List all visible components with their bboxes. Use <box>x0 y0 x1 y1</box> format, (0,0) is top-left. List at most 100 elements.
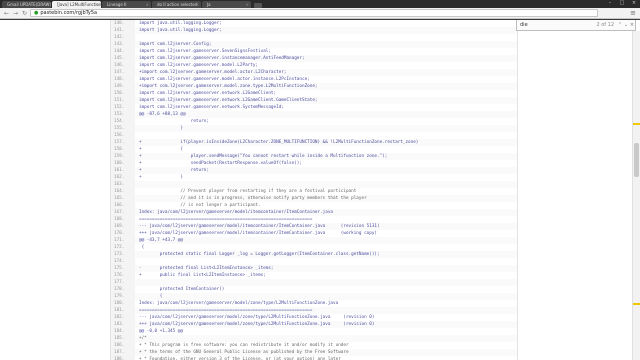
tab-close-icon[interactable]: × <box>196 1 199 8</box>
code-line: 155. } <box>111 125 517 132</box>
line-number: 179. <box>111 293 135 300</box>
line-number: 158. <box>111 146 135 153</box>
line-number: 152. <box>111 104 135 111</box>
line-text: + * the terms of the GNU General Public … <box>139 350 349 355</box>
lock-icon: ● <box>34 9 39 16</box>
code-line: 154. return; <box>111 118 517 125</box>
line-text: + if(player.isInsideZone(L2Character.ZON… <box>139 140 419 145</box>
code-line: 177. <box>111 279 517 286</box>
line-number: 171. <box>111 237 135 244</box>
line-text: // is not longer a participant. <box>139 203 261 208</box>
line-number: 162. <box>111 174 135 181</box>
line-text: + * This program is free software: you c… <box>139 343 349 348</box>
code-line: 169. --- java/com/l2jserver/gameserver/mo… <box>111 223 517 230</box>
code-line: 142. <box>111 34 517 41</box>
code-line: 147. +import com.l2jserver.gameserver.mod… <box>111 69 517 76</box>
line-number: 172. <box>111 244 135 251</box>
line-text: + } <box>139 175 183 180</box>
line-text: + * Foundation, either version 3 of the … <box>139 357 341 360</box>
tab-close-icon[interactable]: × <box>146 1 149 8</box>
code-line: 168. ====================================… <box>111 216 517 223</box>
forward-icon[interactable]: → <box>12 10 19 17</box>
line-number: 150. <box>111 90 135 97</box>
find-close-icon[interactable]: × <box>629 22 635 28</box>
code-line: 186. + * This program is free software: y… <box>111 342 517 349</box>
code-line: 157. + if(player.isInsideZone(L2Character… <box>111 139 517 146</box>
code-line: 188. + * Foundation, either version 3 of … <box>111 356 517 360</box>
code-line: 179. { <box>111 293 517 300</box>
code-line: 141. import java.util.logging.Logger; <box>111 27 517 34</box>
code-line: 165. // and it is in progress, otherwise… <box>111 195 517 202</box>
line-text: return; <box>139 119 209 124</box>
line-number: 145. <box>111 55 135 62</box>
browser-toolbar: ← → ↻ ● pastebin.com/rgjbTy5a ≡ <box>0 8 640 19</box>
address-bar[interactable]: ● pastebin.com/rgjbTy5a <box>30 9 598 17</box>
browser-tab[interactable]: Ja × <box>202 1 251 8</box>
window-controls: – □ × <box>604 0 640 7</box>
scrollbar[interactable] <box>632 31 640 360</box>
browser-tab[interactable]: [Java] L2MultiFunctionZ × <box>52 1 101 8</box>
tab-close-icon[interactable]: × <box>246 1 249 8</box>
code-line: 151. import com.l2jserver.gameserver.netw… <box>111 97 517 104</box>
tab-close-icon[interactable]: × <box>46 1 49 8</box>
reload-icon[interactable]: ↻ <box>21 10 28 17</box>
line-text: import java.util.logging.Logger; <box>139 21 222 26</box>
line-number: 167. <box>111 209 135 216</box>
tab-close-icon[interactable]: × <box>96 1 99 8</box>
line-number: 165. <box>111 195 135 202</box>
line-text: + return; <box>139 168 209 173</box>
browser-tab[interactable]: Lineage II × <box>102 1 151 8</box>
minimize-icon[interactable]: – <box>604 0 616 7</box>
find-count: 2 of 12 <box>596 22 614 28</box>
line-text: +++ java/com/l2jserver/gameserver/model/… <box>139 231 377 236</box>
line-number: 157. <box>111 139 135 146</box>
line-text: @@ -87,6 +88,13 @@ <box>139 112 186 117</box>
line-number: 161. <box>111 167 135 174</box>
line-text: import com.l2jserver.gameserver.network.… <box>139 105 284 110</box>
code-line: 158. + { <box>111 146 517 153</box>
code-line: 187. + * the terms of the GNU General Pub… <box>111 349 517 356</box>
browser-tab[interactable]: do II action selected × <box>152 1 201 8</box>
tab-label: Gmail UPDATE(DRAW) <box>7 2 51 7</box>
close-window-icon[interactable]: × <box>628 0 640 7</box>
code-line: 175. - protected final List<L2ItemInstanc… <box>111 265 517 272</box>
code-line: 176. + public final List<L2ItemInstance> … <box>111 272 517 279</box>
line-number: 176. <box>111 272 135 279</box>
line-text: } <box>139 126 183 131</box>
code-line: 183. +++ java/com/l2jserver/gameserver/mo… <box>111 321 517 328</box>
line-text: +/* <box>139 336 147 341</box>
line-number: 174. <box>111 258 135 265</box>
scrollbar-thumb[interactable] <box>634 143 639 177</box>
line-number: 182. <box>111 314 135 321</box>
line-text: protected ItemContainer() <box>139 287 225 292</box>
maximize-icon[interactable]: □ <box>616 0 628 7</box>
line-number: 168. <box>111 216 135 223</box>
find-input[interactable]: die <box>520 22 596 28</box>
tab-label: Lineage II <box>107 2 127 7</box>
code-line: 181. ====================================… <box>111 307 517 314</box>
line-number: 160. <box>111 160 135 167</box>
back-icon[interactable]: ← <box>3 10 10 17</box>
code-line: 164. // Prevent player from restarting i… <box>111 188 517 195</box>
line-number: 153. <box>111 111 135 118</box>
browser-tab[interactable]: Gmail UPDATE(DRAW) × <box>2 1 51 8</box>
line-number: 151. <box>111 97 135 104</box>
code-line: 156. <box>111 132 517 139</box>
line-text: --- java/com/l2jserver/gameserver/model/… <box>139 224 380 229</box>
line-number: 187. <box>111 349 135 356</box>
line-number: 188. <box>111 356 135 360</box>
line-number: 186. <box>111 342 135 349</box>
line-number: 185. <box>111 335 135 342</box>
code-line: 162. + } <box>111 174 517 181</box>
line-text: protected static final Logger _log = Log… <box>139 252 380 257</box>
line-text: + sendPacket(RestartResponse.valueOf(fal… <box>139 161 302 166</box>
code-line: 153. @@ -87,6 +88,13 @@ <box>111 111 517 118</box>
code-line: 166. // is not longer a participant. <box>111 202 517 209</box>
line-number: 140. <box>111 20 135 27</box>
code-line: 173. protected static final Logger _log … <box>111 251 517 258</box>
line-text: { <box>139 245 145 250</box>
line-number: 183. <box>111 321 135 328</box>
menu-icon[interactable]: ≡ <box>630 9 636 18</box>
code-line: 174. <box>111 258 517 265</box>
line-text: +import com.l2jserver.gameserver.model.z… <box>139 84 318 89</box>
